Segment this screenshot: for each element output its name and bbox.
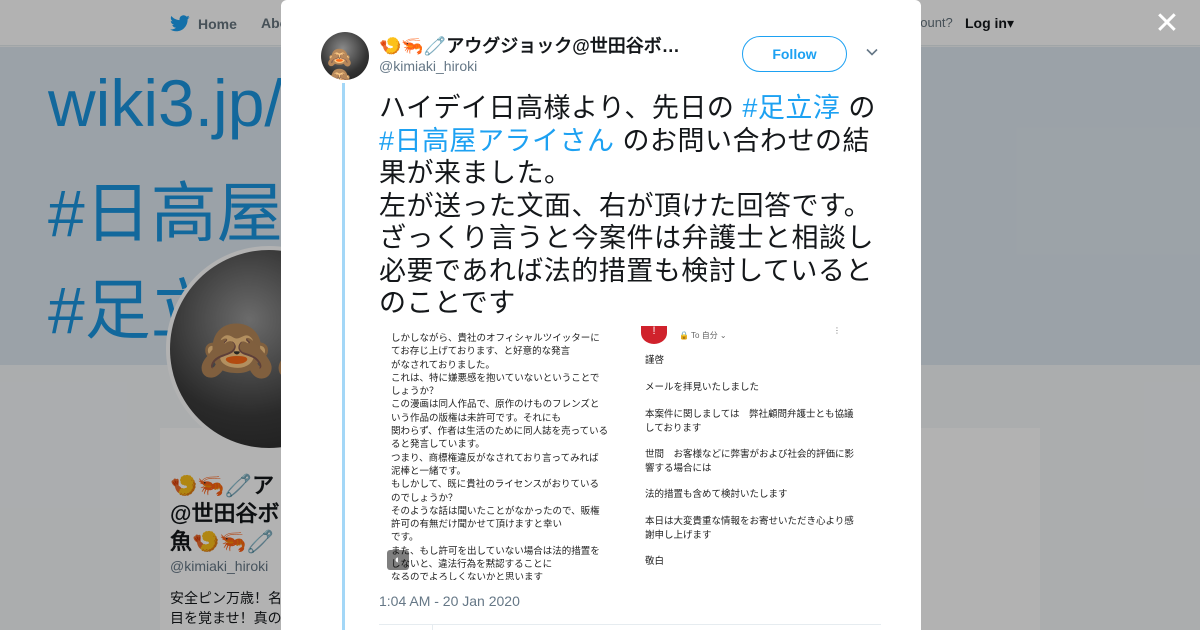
media-right-reply-text: ! 🔒 To 自分 ⌄ ⋮ 謹啓 メールを拝見いたしました 本案件に関しましては…: [631, 326, 883, 580]
reply-text-line: 本案件に関しましては 弊社顧問弁護士とも協議: [645, 409, 854, 420]
avatar-emoji-icon: 🙈🙈: [327, 47, 352, 80]
reply-text-line: 敬白: [645, 556, 665, 567]
recipient-label: 🔒 To 自分 ⌄: [679, 331, 727, 340]
more-icon: ⋮: [833, 326, 841, 335]
reply-text-line: 謹啓: [645, 355, 665, 366]
hashtag-link[interactable]: #日高屋アライさん: [379, 126, 615, 156]
reply-text-line: 謝申し上げます: [645, 529, 712, 541]
email-text-line: しないと、違法行為を黙認することに: [391, 559, 553, 571]
chevron-down-icon[interactable]: [864, 44, 880, 60]
hashtag-link[interactable]: #足立淳: [742, 93, 840, 123]
email-text-line: しょうか？: [391, 386, 439, 398]
email-text-line: です。: [391, 532, 419, 544]
email-text-line: 許可の有無だけ聞かせて頂けますと幸い: [391, 519, 563, 531]
email-text-line: 泥棒と一緒です。: [391, 465, 467, 477]
media-left-email-text: しかしながら、貴社のオフィシャルツイッターに てお存じ上げております、と好意的な…: [379, 326, 619, 580]
email-text-line: ると発言しています。: [391, 439, 485, 451]
email-text-line: もしかして、既に貴社のライセンスがおりている: [391, 479, 600, 491]
reply-text-line: 世間 お客様などに弊害がおよび社会的評価に影: [645, 449, 855, 460]
tweet-timestamp[interactable]: 1:04 AM - 20 Jan 2020: [379, 593, 520, 609]
email-text-line: 関わらず、作者は生活のために同人誌を売っている: [391, 426, 609, 438]
tweet-modal: 🙈🙈 🍤🦐🧷アウグジョック@世田谷ボ… @kimiaki_hiroki Foll…: [281, 0, 921, 630]
media-badge-icon: ◐: [387, 550, 409, 570]
tweet-text: ハイデイ日高様より、先日の #足立淳 の #日高屋アライさん のお問い合わせの結…: [379, 92, 889, 320]
reply-text-line: 法的措置も含めて検討いたします: [645, 489, 788, 500]
reply-text-line: 響する場合には: [645, 462, 712, 474]
reply-text-line: しております: [645, 422, 702, 434]
reply-text-line: メールを拝見いたしました: [645, 382, 760, 393]
email-text-line: また、もし許可を出していない場合は法的措置を: [391, 545, 600, 557]
email-text-line: いう作品の版権は未許可です。それにも: [391, 412, 562, 424]
close-icon[interactable]: ✕: [1154, 9, 1180, 39]
author-handle[interactable]: @kimiaki_hiroki: [379, 58, 477, 74]
tweet-media-image[interactable]: しかしながら、貴社のオフィシャルツイッターに てお存じ上げております、と好意的な…: [379, 326, 883, 580]
email-text-line: のでしょうか？: [391, 492, 458, 504]
follow-button[interactable]: Follow: [742, 36, 847, 72]
author-display-name[interactable]: 🍤🦐🧷アウグジョック@世田谷ボ…: [379, 32, 699, 58]
email-text-line: これは、特に嫌悪感を抱いていないということで: [391, 372, 600, 384]
author-avatar[interactable]: 🙈🙈: [321, 32, 369, 80]
thread-connector-line: [342, 83, 345, 630]
reply-text-line: 本日は大変貴重な情報をお寄せいただき心より感: [645, 516, 854, 527]
tweet-paragraph: ざっくり言うと今案件は弁護士と相談し必要であれば法的措置も検討しているとのことで…: [379, 223, 874, 318]
email-text-line: なるのでよろしくないかと思います: [391, 572, 544, 580]
tweet-text-segment: ハイデイ日高様より、先日の: [379, 93, 743, 123]
tweet-text-segment: の: [840, 93, 876, 123]
tweet-paragraph: 左が送った文面、右が頂けた回答です。: [379, 190, 872, 221]
email-text-line: がなされておりました。: [391, 359, 495, 371]
email-text-line: てお存じ上げております、と好意的な発言: [391, 346, 571, 358]
email-text-line: つまり、商標権違反がなされており言ってみれば: [391, 452, 599, 464]
email-text-line: そのような話は聞いたことがなかったので、販権: [391, 505, 600, 517]
sender-avatar-icon: !: [641, 326, 667, 344]
email-text-line: しかしながら、貴社のオフィシャルツイッターに: [391, 333, 600, 344]
email-text-line: この漫画は同人作品で、原作のけものフレンズと: [391, 399, 600, 411]
stats-divider: [379, 624, 881, 625]
stats-separator: [432, 625, 433, 630]
tweet-paragraph: ハイデイ日高様より、先日の #足立淳 の #日高屋アライさん のお問い合わせの結…: [379, 92, 889, 190]
